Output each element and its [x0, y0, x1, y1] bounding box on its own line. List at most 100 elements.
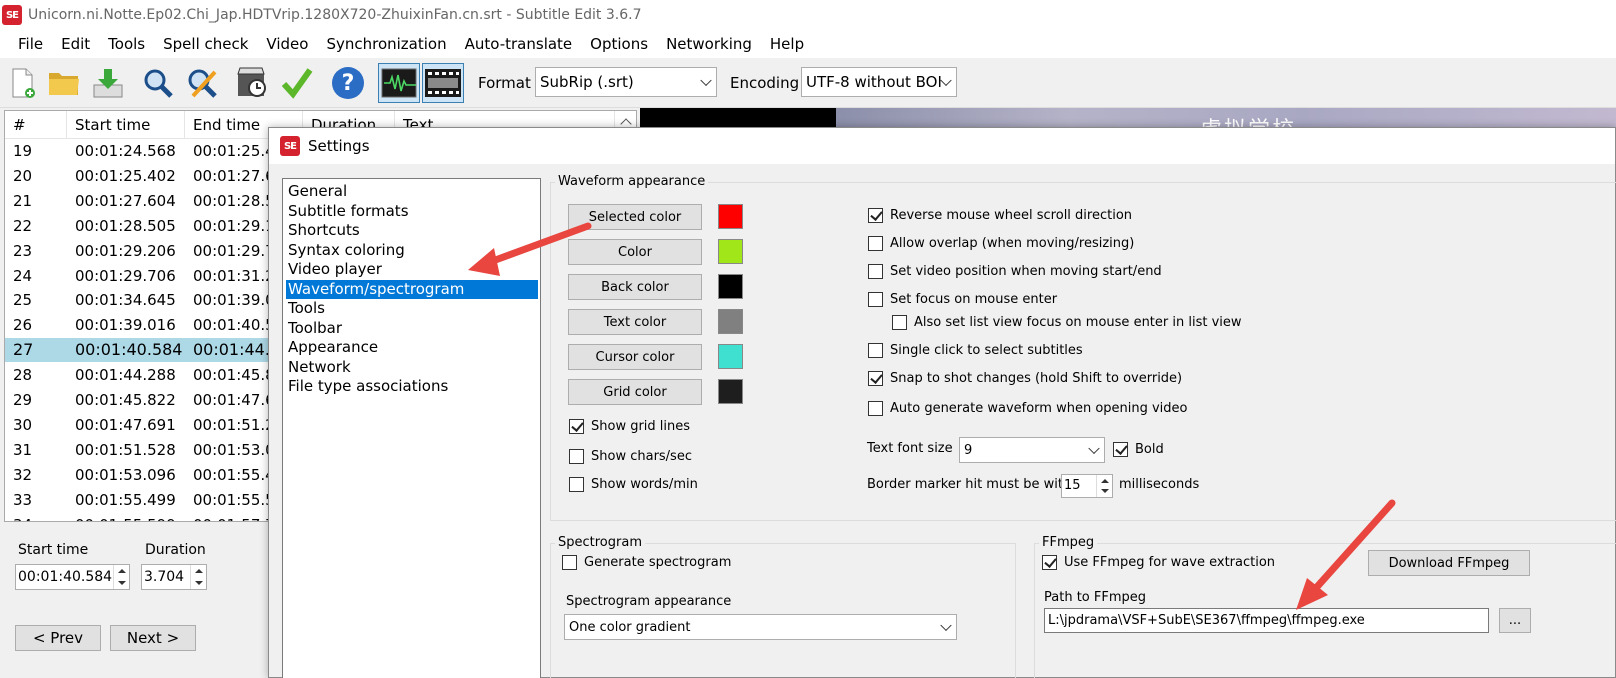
set-focus-checkbox[interactable]: Set focus on mouse enter: [868, 292, 1057, 307]
checkbox-icon: [868, 264, 883, 279]
settings-title: Settings: [308, 137, 370, 155]
start-time-input[interactable]: 00:01:40.584: [15, 564, 130, 590]
spinner-icon[interactable]: [113, 565, 129, 589]
generate-spectrogram-checkbox[interactable]: Generate spectrogram: [562, 555, 731, 570]
show-words-min-checkbox[interactable]: Show words/min: [569, 477, 698, 492]
ffmpeg-path-input[interactable]: L:\jpdrama\VSF+SubE\SE367\ffmpeg\ffmpeg.…: [1044, 608, 1489, 633]
row-number: 19: [13, 142, 33, 160]
text-font-size-value: 9: [964, 442, 973, 458]
row-number: 32: [13, 465, 33, 484]
tree-item-tools[interactable]: Tools: [286, 299, 538, 318]
reverse-scroll-label: Reverse mouse wheel scroll direction: [890, 208, 1133, 223]
reverse-scroll-checkbox[interactable]: Reverse mouse wheel scroll direction: [868, 208, 1132, 223]
tree-item-syntax-coloring[interactable]: Syntax coloring: [286, 241, 538, 260]
auto-generate-waveform-checkbox[interactable]: Auto generate waveform when opening vide…: [868, 401, 1188, 416]
single-click-checkbox[interactable]: Single click to select subtitles: [868, 343, 1083, 358]
tree-item-video-player[interactable]: Video player: [286, 260, 538, 279]
grid-color-button[interactable]: Grid color: [568, 379, 702, 405]
bold-checkbox[interactable]: Bold: [1113, 442, 1164, 457]
checkbox-icon: [892, 315, 907, 330]
menu-synchronization[interactable]: Synchronization: [317, 30, 455, 58]
spell-check-icon[interactable]: [279, 65, 315, 101]
color-label: Color: [618, 244, 652, 260]
open-folder-icon[interactable]: [46, 65, 82, 101]
menu-file[interactable]: File: [0, 30, 52, 58]
settings-category-tree: General Subtitle formats Shortcuts Synta…: [282, 178, 541, 678]
video-toggle-icon[interactable]: [422, 63, 464, 103]
checkbox-icon: [569, 419, 584, 434]
chevron-down-icon: [700, 74, 712, 87]
tree-item-shortcuts[interactable]: Shortcuts: [286, 221, 538, 240]
row-start-time: 00:01:55.599: [75, 516, 176, 522]
checkbox-icon: [868, 343, 883, 358]
row-start-time: 00:01:55.499: [75, 490, 176, 509]
allow-overlap-checkbox[interactable]: Allow overlap (when moving/resizing): [868, 236, 1134, 251]
cursor-color-label: Cursor color: [595, 349, 675, 365]
column-number[interactable]: #: [5, 111, 67, 139]
selected-color-button[interactable]: Selected color: [568, 204, 702, 230]
use-ffmpeg-checkbox[interactable]: Use FFmpeg for wave extraction: [1042, 555, 1275, 570]
find-icon[interactable]: [140, 65, 176, 101]
tree-item-file-type-associations[interactable]: File type associations: [286, 377, 538, 396]
encoding-select[interactable]: UTF-8 without BOI: [801, 67, 957, 97]
row-end-time: 00:01:27.6: [193, 166, 275, 185]
tree-item-general[interactable]: General: [286, 182, 538, 201]
app-logo-icon: SE: [2, 5, 22, 25]
duration-input[interactable]: 3.704: [141, 564, 207, 590]
visual-sync-icon[interactable]: [234, 65, 270, 101]
spectrogram-appearance-value: One color gradient: [569, 619, 691, 635]
tree-item-waveform-spectrogram[interactable]: Waveform/spectrogram: [286, 279, 538, 299]
bold-label: Bold: [1135, 442, 1164, 457]
spinner-icon[interactable]: [1096, 475, 1112, 497]
column-start-time[interactable]: Start time: [67, 111, 185, 139]
text-color-swatch: [718, 309, 743, 334]
auto-generate-waveform-label: Auto generate waveform when opening vide…: [890, 401, 1188, 416]
cursor-color-swatch: [718, 344, 743, 369]
border-marker-input[interactable]: 15: [1061, 474, 1113, 498]
menu-tools[interactable]: Tools: [99, 30, 154, 58]
download-icon[interactable]: [90, 65, 126, 101]
text-font-size-select[interactable]: 9: [959, 437, 1105, 463]
checkbox-icon: [868, 401, 883, 416]
format-select[interactable]: SubRip (.srt): [535, 67, 717, 97]
next-button[interactable]: Next >: [110, 625, 196, 651]
tree-item-subtitle-formats[interactable]: Subtitle formats: [286, 202, 538, 221]
cursor-color-button[interactable]: Cursor color: [568, 344, 702, 370]
back-color-button[interactable]: Back color: [568, 274, 702, 300]
new-file-icon[interactable]: [4, 65, 40, 101]
row-end-time: 00:01:25.4: [193, 142, 275, 160]
row-number: 20: [13, 166, 33, 185]
menu-networking[interactable]: Networking: [657, 30, 761, 58]
replace-icon[interactable]: [184, 65, 220, 101]
menu-auto-translate[interactable]: Auto-translate: [456, 30, 582, 58]
tree-item-toolbar[interactable]: Toolbar: [286, 319, 538, 338]
tree-item-network[interactable]: Network: [286, 358, 538, 377]
tree-item-appearance[interactable]: Appearance: [286, 338, 538, 357]
menu-edit[interactable]: Edit: [52, 30, 99, 58]
show-chars-sec-checkbox[interactable]: Show chars/sec: [569, 449, 692, 464]
download-ffmpeg-button[interactable]: Download FFmpeg: [1368, 550, 1530, 576]
row-start-time: 00:01:45.822: [75, 391, 176, 409]
text-color-button[interactable]: Text color: [568, 309, 702, 335]
text-color-label: Text color: [603, 314, 667, 330]
list-view-focus-checkbox[interactable]: Also set list view focus on mouse enter …: [892, 315, 1242, 330]
set-video-position-checkbox[interactable]: Set video position when moving start/end: [868, 264, 1162, 279]
menu-spell-check[interactable]: Spell check: [154, 30, 257, 58]
spectrogram-appearance-select[interactable]: One color gradient: [564, 614, 957, 640]
duration-value: 3.704: [144, 569, 185, 585]
waveform-toggle-icon[interactable]: [378, 63, 420, 103]
grid-color-label: Grid color: [603, 384, 667, 400]
show-grid-lines-checkbox[interactable]: Show grid lines: [569, 419, 690, 434]
color-button[interactable]: Color: [568, 239, 702, 265]
help-icon[interactable]: ?: [330, 65, 366, 101]
svg-text:?: ?: [342, 71, 355, 96]
menu-video[interactable]: Video: [257, 30, 317, 58]
spinner-icon[interactable]: [190, 565, 206, 589]
row-start-time: 00:01:29.706: [75, 266, 176, 285]
prev-button[interactable]: < Prev: [15, 625, 101, 651]
row-end-time: 00:01:53.0: [193, 440, 275, 459]
menu-help[interactable]: Help: [761, 30, 813, 58]
menu-options[interactable]: Options: [581, 30, 657, 58]
snap-shot-changes-checkbox[interactable]: Snap to shot changes (hold Shift to over…: [868, 371, 1182, 386]
browse-ffmpeg-button[interactable]: ...: [1499, 608, 1531, 633]
